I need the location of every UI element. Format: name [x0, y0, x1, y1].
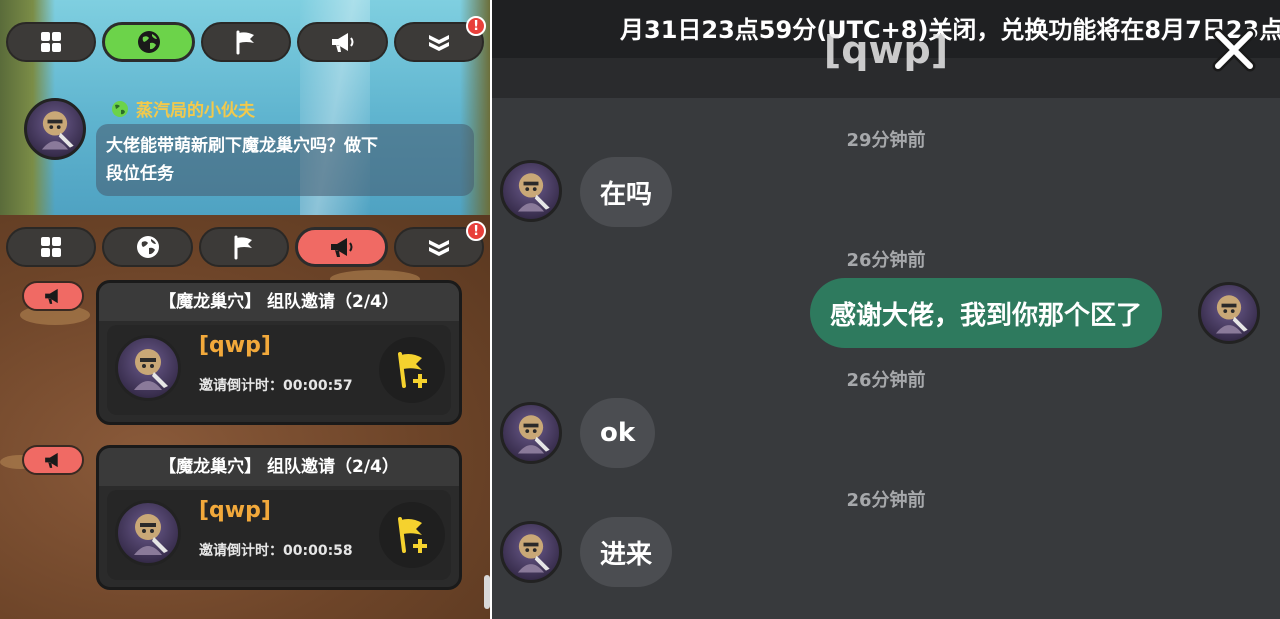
message-timestamp: 26分钟前 [846, 370, 926, 391]
tab-broadcast[interactable] [295, 227, 388, 267]
invite-title: 【魔龙巢穴】 组队邀请（2/4） [99, 283, 459, 321]
tab-world[interactable] [102, 22, 195, 62]
chat-message-bubble: 大佬能带萌新刷下魔龙巢穴吗？做下 段位任务 [96, 124, 474, 196]
tab-all[interactable] [6, 227, 97, 267]
knight-avatar-icon [134, 514, 168, 555]
join-team-button[interactable] [379, 502, 445, 568]
knight-avatar-icon [1215, 295, 1248, 334]
scrollbar-thumb[interactable] [484, 575, 490, 609]
message-sender: 蒸汽局的小伙夫 [110, 96, 255, 121]
knight-avatar-icon [134, 349, 168, 390]
knight-avatar-icon [41, 111, 74, 150]
tab-guild[interactable] [200, 22, 292, 62]
message-timestamp: 26分钟前 [846, 250, 926, 271]
close-icon [1212, 28, 1256, 72]
top-channel-tabbar: ! [6, 16, 487, 66]
globe-icon [112, 100, 128, 117]
globe-icon [136, 236, 159, 258]
notification-badge: ! [466, 221, 487, 241]
megaphone-icon [45, 452, 58, 468]
flag-plus-icon [398, 517, 427, 553]
flag-icon [236, 30, 255, 55]
invite-countdown: 邀请倒计时：00:00:57 [199, 378, 353, 394]
notification-badge: ! [466, 16, 487, 36]
chat-title: [qwp] [823, 28, 949, 72]
sender-name: 蒸汽局的小伙夫 [136, 101, 255, 121]
broadcast-panel: ! 【魔龙巢穴】 组队邀请（2/4） [qwp] 邀请倒计时：00:00:57 … [0, 215, 490, 619]
world-chat-panel: ! 蒸汽局的小伙夫 大佬能带萌新刷下魔龙巢穴吗？做下 段位任务 [0, 0, 490, 215]
team-invite-card: 【魔龙巢穴】 组队邀请（2/4） [qwp] 邀请倒计时：00:00:58 [96, 445, 462, 590]
invite-title: 【魔龙巢穴】 组队邀请（2/4） [99, 448, 459, 486]
incoming-message-bubble: ok [580, 398, 656, 468]
tab-all[interactable] [6, 22, 97, 62]
invite-body: [qwp] 邀请倒计时：00:00:57 [107, 325, 451, 415]
tab-world[interactable] [102, 227, 193, 267]
avatar[interactable] [500, 402, 562, 464]
megaphone-icon [45, 288, 58, 304]
avatar[interactable] [115, 500, 181, 566]
avatar[interactable] [500, 160, 562, 222]
rank-chevron-icon [428, 240, 449, 256]
megaphone-icon [332, 33, 354, 52]
tab-broadcast[interactable] [297, 22, 388, 62]
grid-icon [41, 237, 62, 257]
inviter-name: [qwp] [199, 498, 271, 523]
invite-countdown: 邀请倒计时：00:00:58 [199, 543, 353, 559]
invite-body: [qwp] 邀请倒计时：00:00:58 [107, 490, 451, 580]
outgoing-message-bubble: 感谢大佬，我到你那个区了 [809, 278, 1162, 348]
globe-icon [137, 31, 160, 53]
incoming-message-bubble: 在吗 [580, 157, 673, 227]
tab-guild[interactable] [198, 227, 290, 267]
private-chat-panel: 月31日23点59分(UTC+8)关闭，兑换功能将在8月7日23点 [qwp] … [492, 0, 1280, 619]
bottom-channel-tabbar: ! [6, 221, 487, 271]
grid-icon [41, 32, 62, 52]
avatar[interactable] [24, 98, 86, 160]
join-team-button[interactable] [379, 337, 445, 403]
broadcast-tag [22, 445, 84, 475]
tab-rank[interactable]: ! [393, 221, 487, 267]
flag-plus-icon [398, 352, 427, 388]
flag-icon [234, 235, 253, 260]
message-text-line2: 段位任务 [106, 164, 174, 184]
incoming-message-bubble: 进来 [580, 517, 673, 587]
message-timestamp: 26分钟前 [846, 490, 926, 511]
knight-avatar-icon [517, 173, 550, 212]
knight-avatar-icon [517, 534, 550, 573]
inviter-name: [qwp] [199, 333, 271, 358]
broadcast-tag [22, 281, 84, 311]
megaphone-icon [331, 238, 353, 257]
avatar[interactable] [115, 335, 181, 401]
rank-chevron-icon [428, 35, 449, 51]
tab-rank[interactable]: ! [393, 16, 487, 62]
team-invite-card: 【魔龙巢穴】 组队邀请（2/4） [qwp] 邀请倒计时：00:00:57 [96, 280, 462, 425]
message-timestamp: 29分钟前 [846, 130, 926, 151]
message-text-line1: 大佬能带萌新刷下魔龙巢穴吗？做下 [106, 136, 378, 156]
avatar[interactable] [500, 521, 562, 583]
knight-avatar-icon [517, 415, 550, 454]
my-avatar[interactable] [1198, 282, 1260, 344]
close-button[interactable] [1206, 22, 1262, 78]
